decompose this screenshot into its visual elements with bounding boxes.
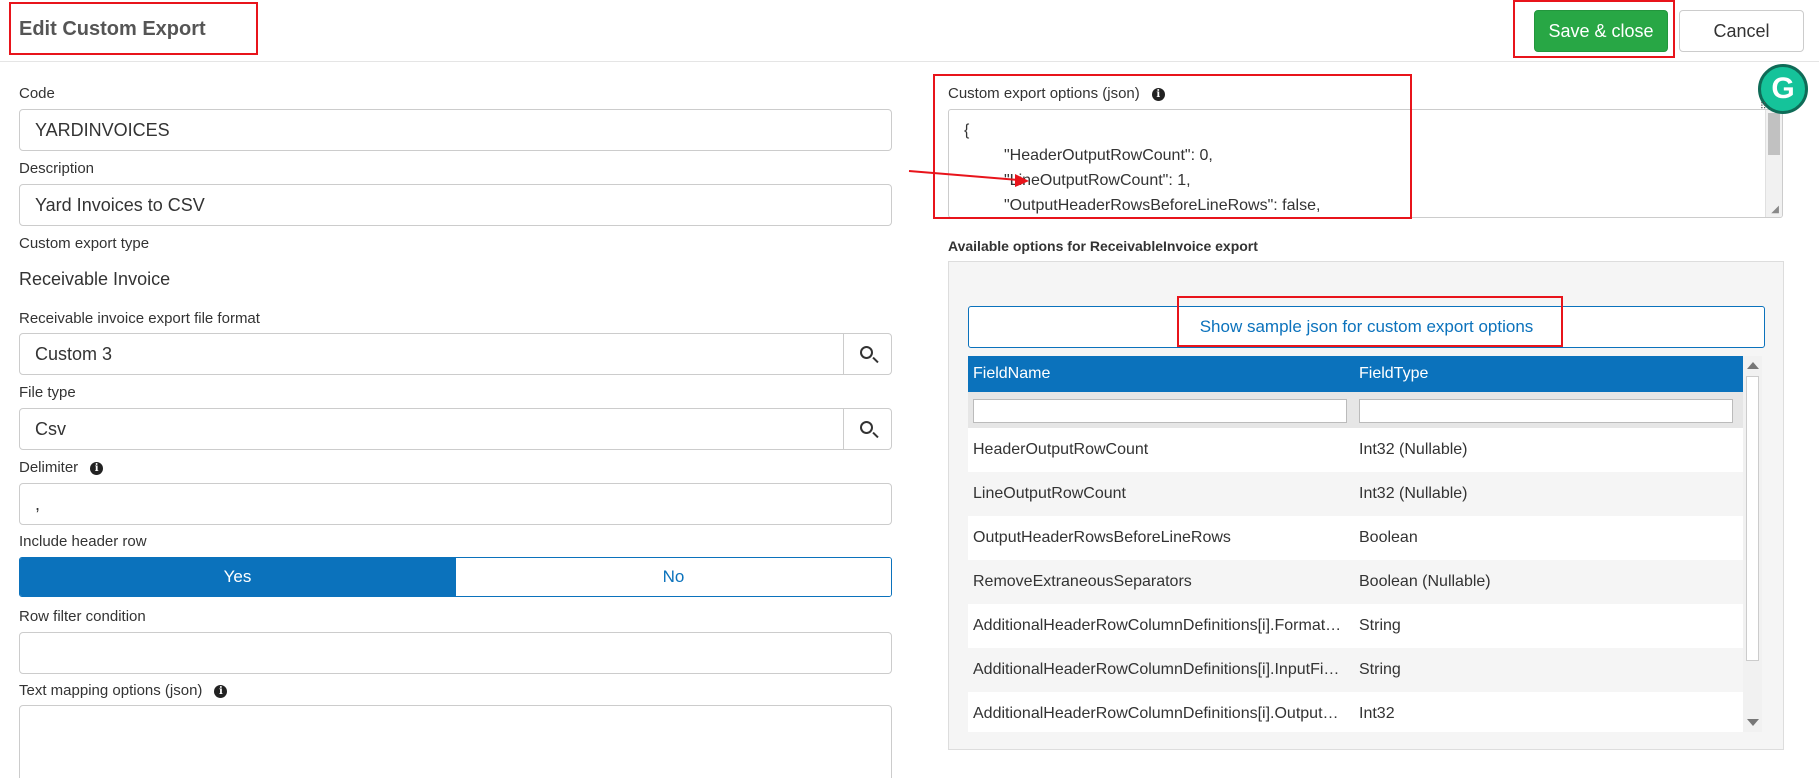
field-name-cell: OutputHeaderRowsBeforeLineRows [973,529,1231,546]
field-type-cell: Int32 (Nullable) [1359,441,1468,458]
description-label: Description [19,160,95,177]
include-header-label: Include header row [19,533,147,550]
annotation-arrow-icon [908,170,1029,187]
json-line: "HeaderOutputRowCount": 0, [1004,147,1213,164]
table-row[interactable]: HeaderOutputRowCount Int32 (Nullable) [968,428,1743,472]
include-header-no-button[interactable]: No [455,558,891,596]
table-row[interactable]: LineOutputRowCount Int32 (Nullable) [968,472,1743,516]
info-icon[interactable]: i [90,462,104,475]
field-type-cell: Boolean [1359,529,1418,546]
page-header: Edit Custom Export Save & close Cancel [0,0,1819,62]
file-type-value: Csv [35,419,66,439]
table-row[interactable]: AdditionalHeaderRowColumnDefinitions[i].… [968,648,1743,692]
fieldtype-filter-input[interactable] [1359,399,1733,423]
code-input[interactable] [19,109,892,151]
cancel-button[interactable]: Cancel [1679,10,1804,52]
search-icon [860,421,873,434]
show-sample-json-button[interactable]: Show sample json for custom export optio… [968,306,1765,348]
field-type-cell: Int32 [1359,705,1395,722]
delimiter-input[interactable] [19,483,892,525]
file-type-label: File type [19,384,76,401]
grid-scrollbar[interactable] [1743,356,1762,732]
table-row[interactable]: OutputHeaderRowsBeforeLineRows Boolean [968,516,1743,560]
table-row[interactable]: RemoveExtraneousSeparators Boolean (Null… [968,560,1743,604]
options-grid: FieldName FieldType HeaderOutputRowCount… [968,356,1743,732]
delimiter-label: Delimiter [19,459,79,476]
resize-grip-icon[interactable]: ◢ [1771,204,1779,215]
field-name-cell: HeaderOutputRowCount [973,441,1149,458]
export-type-value: Receivable Invoice [19,269,171,289]
info-icon[interactable]: i [1151,88,1165,101]
grid-header: FieldName FieldType [968,356,1743,392]
include-header-toggle: Yes No [19,557,892,597]
field-name-cell: RemoveExtraneousSeparators [973,573,1192,590]
table-row[interactable]: AdditionalHeaderRowColumnDefinitions[i].… [968,692,1743,732]
table-row[interactable]: AdditionalHeaderRowColumnDefinitions[i].… [968,604,1743,648]
field-type-cell: String [1359,661,1401,678]
field-name-cell: AdditionalHeaderRowColumnDefinitions[i].… [973,705,1339,722]
json-scroll-thumb[interactable] [1768,113,1780,155]
grid-filter-row [968,392,1743,428]
column-header-fieldtype[interactable]: FieldType [1359,365,1428,383]
info-icon[interactable]: i [214,685,228,698]
file-format-search-button[interactable] [843,334,891,374]
json-options-label: Custom export options (json) [948,85,1140,102]
json-options-textarea[interactable]: { "HeaderOutputRowCount": 0, "LineOutput… [948,109,1783,218]
json-scrollbar[interactable] [1765,110,1782,217]
grammarly-handle-icon[interactable]: ⠿ [1760,101,1767,112]
file-format-label: Receivable invoice export file format [19,310,260,327]
text-mapping-label-row: Text mapping options (json) i [19,682,228,699]
json-line: "OutputHeaderRowsBeforeLineRows": false, [1004,197,1321,214]
search-icon [860,346,873,359]
description-input[interactable] [19,184,892,226]
delimiter-label-row: Delimiter i [19,459,104,476]
field-name-cell: AdditionalHeaderRowColumnDefinitions[i].… [973,617,1342,634]
code-label: Code [19,85,55,102]
file-format-value: Custom 3 [35,344,113,364]
text-mapping-textarea[interactable] [19,705,892,778]
scroll-up-arrow-icon[interactable] [1747,362,1759,369]
scroll-down-arrow-icon[interactable] [1747,719,1759,726]
page-title: Edit Custom Export [19,18,206,40]
file-type-search-button[interactable] [843,409,891,449]
grid-scroll-thumb[interactable] [1746,376,1759,661]
export-type-label: Custom export type [19,235,150,252]
include-header-yes-button[interactable]: Yes [20,558,455,596]
field-type-cell: Int32 (Nullable) [1359,485,1468,502]
file-format-field[interactable]: Custom 3 [19,333,892,375]
file-type-field[interactable]: Csv [19,408,892,450]
field-type-cell: Boolean (Nullable) [1359,573,1491,590]
field-type-cell: String [1359,617,1401,634]
field-name-cell: AdditionalHeaderRowColumnDefinitions[i].… [973,661,1340,678]
column-header-fieldname[interactable]: FieldName [973,365,1050,383]
json-options-label-row: Custom export options (json) i [948,85,1165,102]
text-mapping-label: Text mapping options (json) [19,682,203,699]
row-filter-input[interactable] [19,632,892,674]
json-line: { [964,122,970,139]
save-close-button[interactable]: Save & close [1534,10,1668,52]
row-filter-label: Row filter condition [19,608,146,625]
available-options-title: Available options for ReceivableInvoice … [948,238,1258,254]
field-name-cell: LineOutputRowCount [973,485,1126,502]
fieldname-filter-input[interactable] [973,399,1347,423]
